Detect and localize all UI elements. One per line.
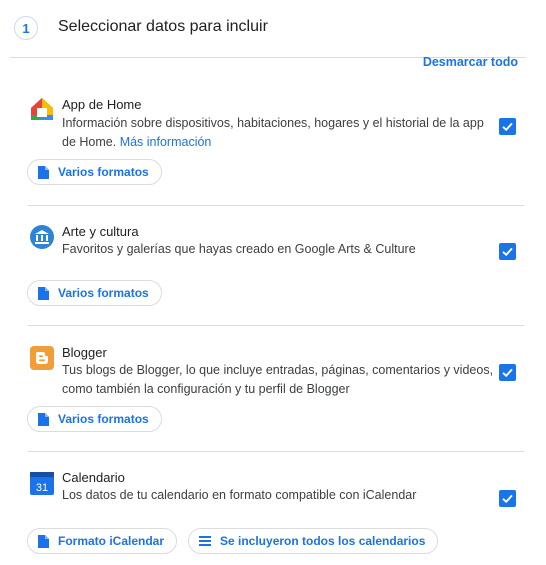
google-home-icon — [31, 98, 53, 120]
checkmark-icon — [502, 122, 513, 132]
document-icon — [38, 286, 49, 300]
product-description: Información sobre dispositivos, habitaci… — [62, 114, 494, 152]
document-icon — [38, 534, 49, 548]
blogger-icon — [30, 346, 54, 370]
checkmark-icon — [502, 494, 513, 504]
chip-label: Formato iCalendar — [58, 534, 165, 548]
format-chip[interactable]: Varios formatos — [27, 159, 162, 185]
product-name: Blogger — [62, 345, 107, 360]
product-checkbox[interactable] — [499, 490, 516, 507]
product-description: Tus blogs de Blogger, lo que incluye ent… — [62, 363, 494, 396]
step-number-badge: 1 — [14, 16, 38, 40]
step-header: 1 Seleccionar datos para incluir — [0, 0, 546, 58]
product-name: Calendario — [62, 470, 125, 485]
more-info-link[interactable]: Más información — [120, 135, 212, 149]
checkmark-icon — [502, 247, 513, 257]
product-description: Los datos de tu calendario en formato co… — [62, 488, 417, 502]
product-checkbox[interactable] — [499, 118, 516, 135]
calendars-included-chip[interactable]: Se incluyeron todos los calendarios — [188, 528, 439, 554]
format-chip[interactable]: Varios formatos — [27, 406, 162, 432]
product-checkbox[interactable] — [499, 243, 516, 260]
step-title: Seleccionar datos para incluir — [58, 18, 268, 35]
section-divider — [28, 451, 524, 452]
calendar-icon-day: 31 — [36, 482, 48, 494]
section-divider — [28, 325, 524, 326]
arts-and-culture-icon — [30, 225, 54, 249]
calendar-icon: 31 — [30, 472, 54, 495]
chip-label: Varios formatos — [58, 165, 149, 179]
product-name: Arte y cultura — [62, 224, 139, 239]
list-icon — [199, 536, 211, 546]
product-name: App de Home — [62, 97, 142, 112]
product-checkbox[interactable] — [499, 364, 516, 381]
section-divider — [28, 205, 524, 206]
checkmark-icon — [502, 368, 513, 378]
format-chip[interactable]: Varios formatos — [27, 280, 162, 306]
format-chip[interactable]: Formato iCalendar — [27, 528, 178, 554]
chip-label: Varios formatos — [58, 412, 149, 426]
chip-label: Varios formatos — [58, 286, 149, 300]
chip-label: Se incluyeron todos los calendarios — [220, 534, 426, 548]
document-icon — [38, 412, 49, 426]
deselect-all-button[interactable]: Desmarcar todo — [423, 55, 518, 69]
product-description: Favoritos y galerías que hayas creado en… — [62, 242, 416, 256]
document-icon — [38, 165, 49, 179]
